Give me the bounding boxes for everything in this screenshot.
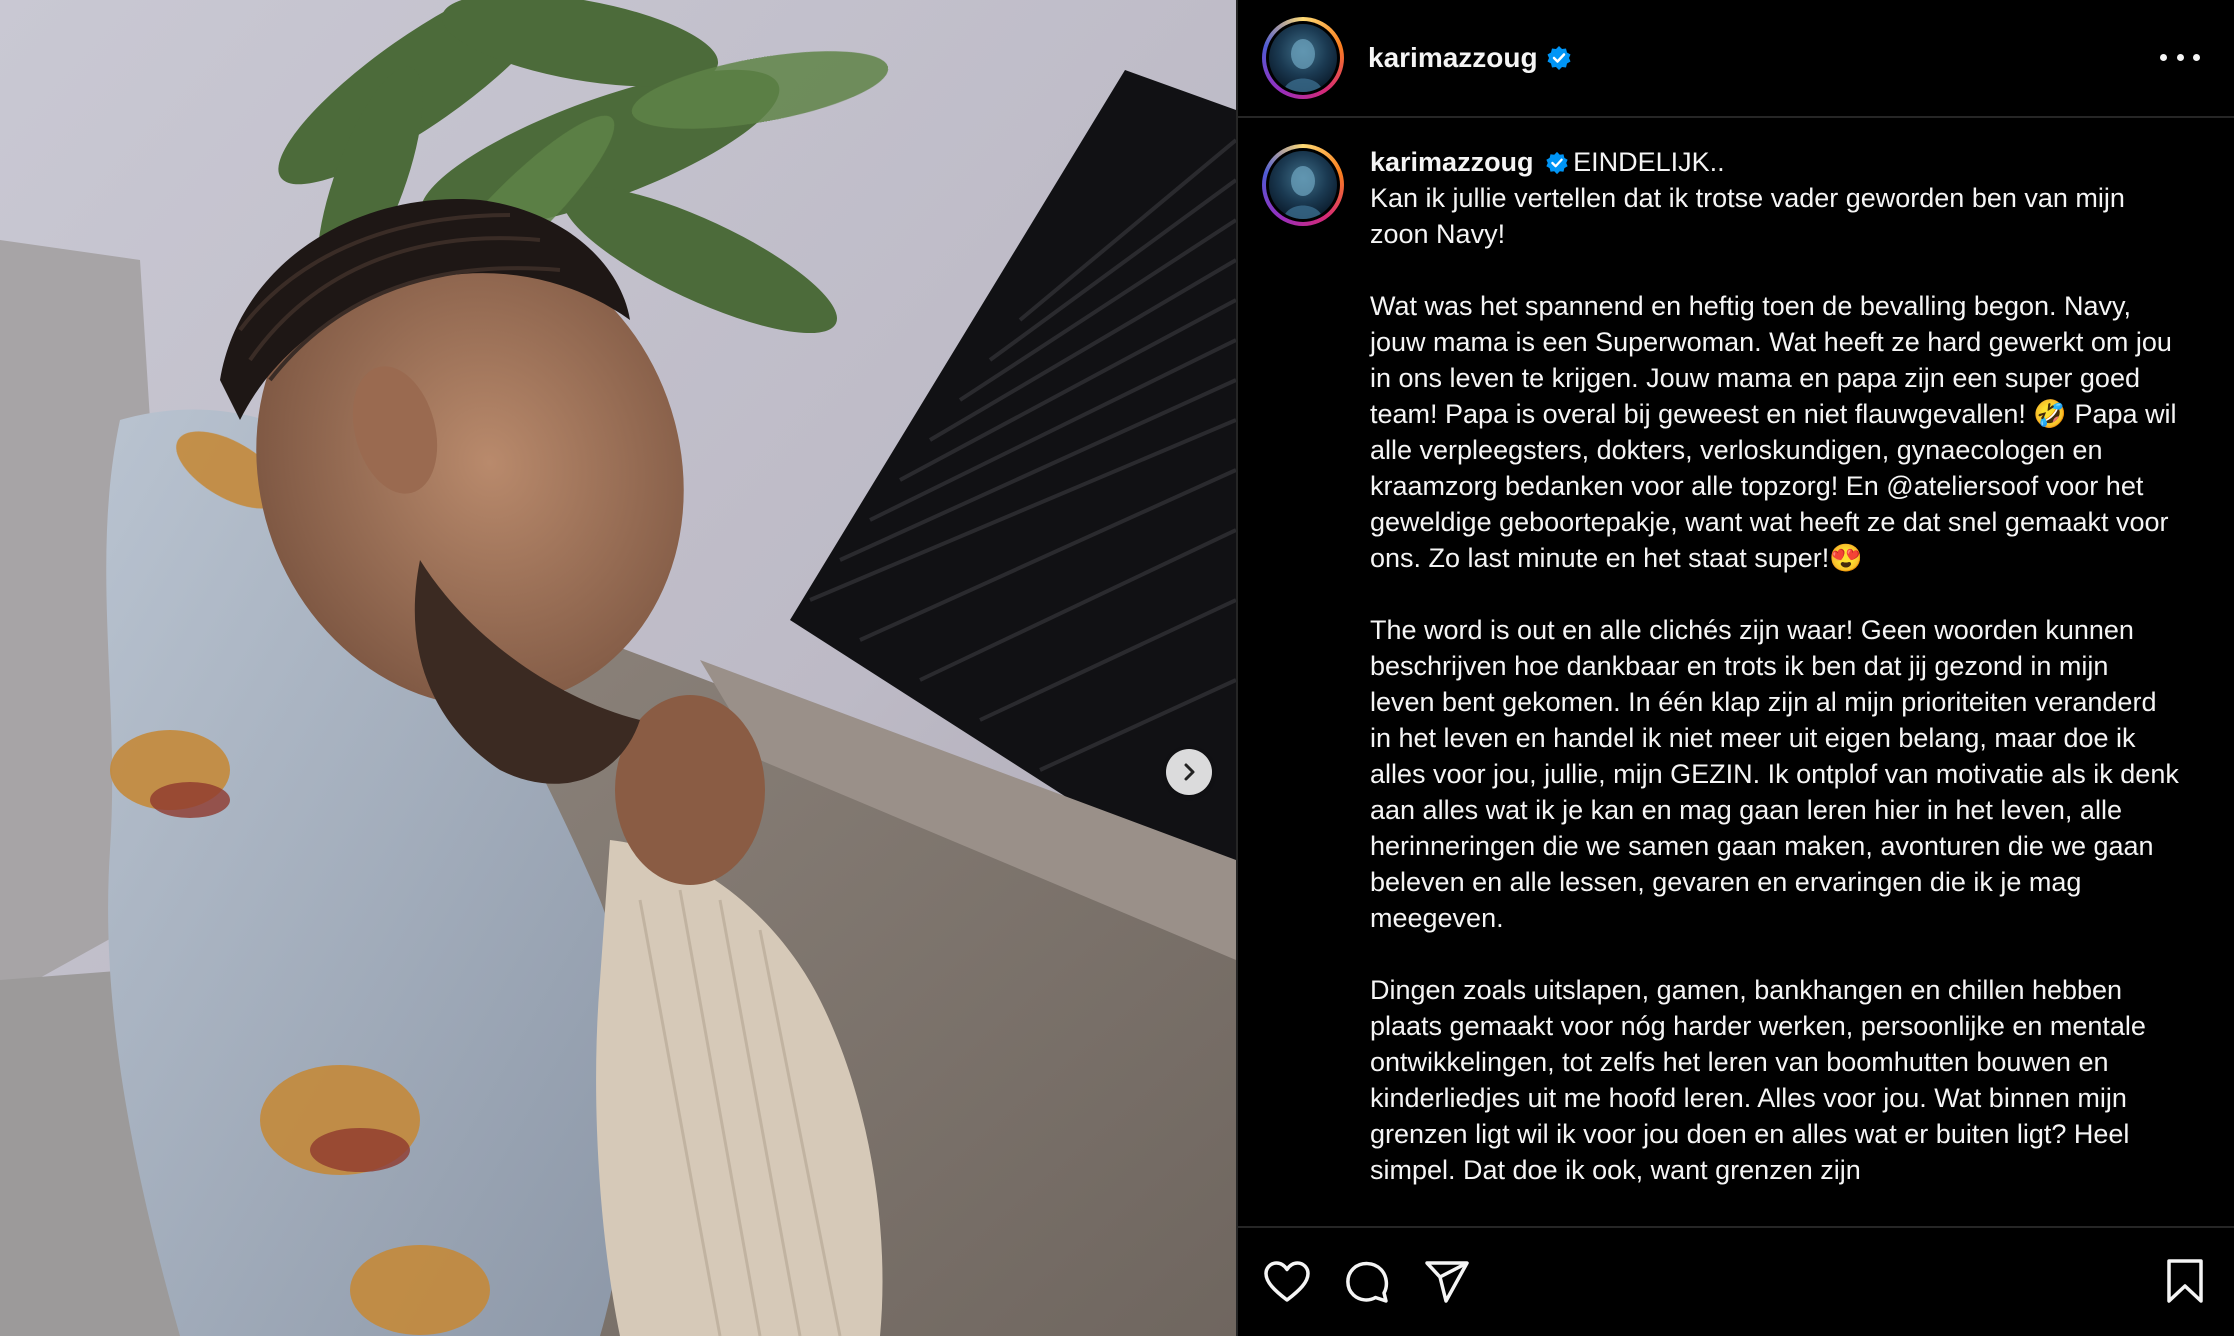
caption-row: karimazzoug EINDELIJK.. Kan ik jullie ve…	[1262, 144, 2210, 1188]
action-bar	[1238, 1226, 2234, 1336]
post-sidebar: karimazzoug karimazzoug EINDELIJK.. Kan …	[1238, 0, 2234, 1336]
verified-badge-icon	[1546, 151, 1568, 175]
heart-icon	[1264, 1261, 1310, 1302]
caption-first-word: EINDELIJK..	[1573, 147, 1725, 177]
instagram-post: karimazzoug karimazzoug EINDELIJK.. Kan …	[0, 0, 2234, 1336]
comment-button[interactable]	[1342, 1257, 1392, 1307]
post-header: karimazzoug	[1238, 0, 2234, 118]
next-photo-button[interactable]	[1166, 749, 1212, 795]
comment-icon	[1346, 1261, 1389, 1303]
like-button[interactable]	[1262, 1257, 1312, 1307]
avatar[interactable]	[1262, 17, 1344, 99]
avatar-image	[1269, 24, 1337, 92]
save-button[interactable]	[2160, 1256, 2210, 1306]
post-photo	[0, 0, 1236, 1336]
share-icon	[1425, 1261, 1469, 1303]
caption-area[interactable]: karimazzoug EINDELIJK.. Kan ik jullie ve…	[1238, 118, 2234, 1226]
post-media[interactable]	[0, 0, 1236, 1336]
bookmark-icon	[2167, 1259, 2203, 1303]
caption-text: karimazzoug EINDELIJK.. Kan ik jullie ve…	[1370, 144, 2180, 1188]
chevron-right-icon	[1184, 763, 1195, 781]
header-username[interactable]: karimazzoug	[1368, 42, 1538, 74]
caption-username[interactable]: karimazzoug	[1370, 147, 1534, 177]
caption-body: Kan ik jullie vertellen dat ik trotse va…	[1370, 183, 2179, 1185]
verified-badge-icon	[1547, 46, 1571, 70]
caption-avatar[interactable]	[1262, 144, 1344, 226]
more-icon	[2160, 53, 2167, 61]
more-options-button[interactable]	[2160, 42, 2200, 72]
avatar-image	[1269, 151, 1337, 219]
share-button[interactable]	[1422, 1257, 1472, 1307]
